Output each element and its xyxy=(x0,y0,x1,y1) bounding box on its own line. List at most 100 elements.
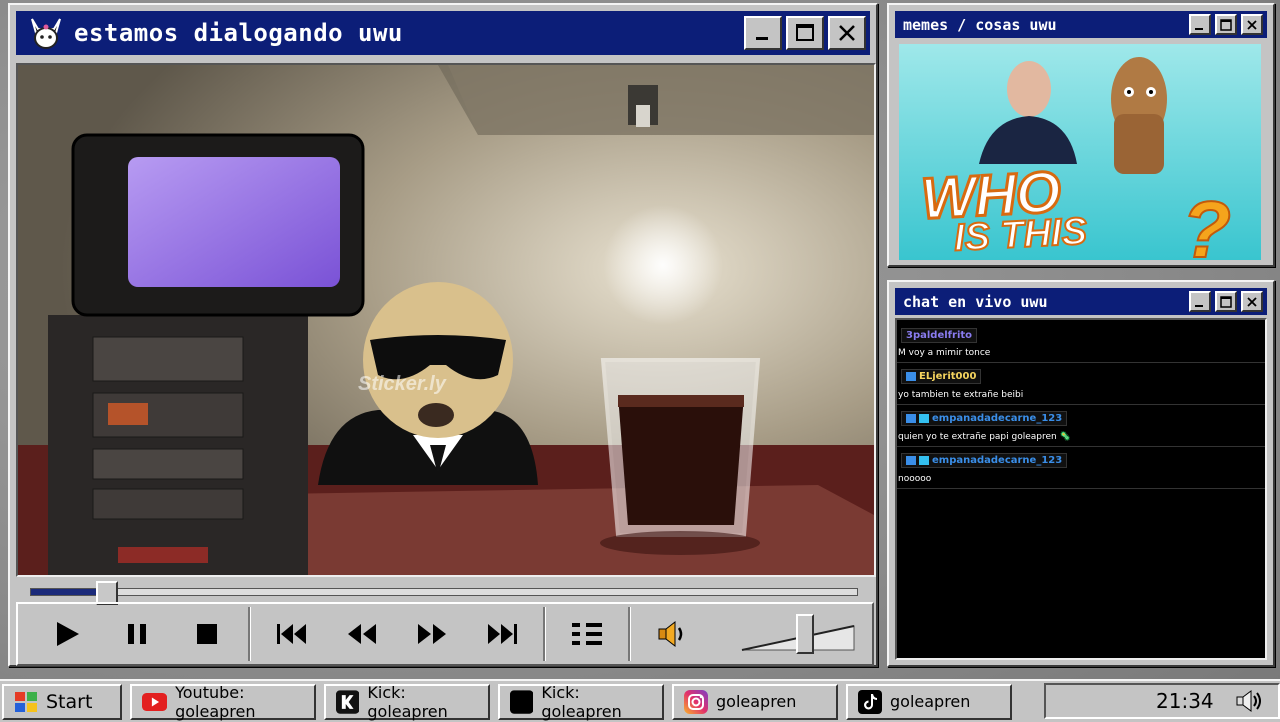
tiktok-icon xyxy=(858,689,882,714)
minimize-icon xyxy=(756,37,768,40)
instagram-icon xyxy=(684,689,708,714)
chat-username: ELjerit000 xyxy=(901,369,982,384)
title-bar[interactable]: chat en vivo uwu xyxy=(895,288,1267,315)
window-title: memes / cosas uwu xyxy=(903,15,1057,34)
playlist-icon xyxy=(572,623,602,645)
control-separator xyxy=(248,607,251,661)
minimize-icon xyxy=(1195,27,1203,30)
speaker-icon xyxy=(658,620,683,648)
close-button[interactable] xyxy=(828,16,866,50)
start-label: Start xyxy=(46,690,93,713)
video-watermark: Sticker.ly xyxy=(358,373,447,395)
subscriber-badge-icon xyxy=(906,456,916,465)
mute-button[interactable] xyxy=(637,606,707,662)
control-separator xyxy=(543,607,546,661)
tray-speaker-icon[interactable] xyxy=(1234,688,1264,714)
chat-message: empanadadecarne_123 quien yo te extrañe … xyxy=(897,405,1265,447)
clock: 21:34 xyxy=(1156,689,1214,713)
window-title: estamos dialogando uwu xyxy=(74,19,403,47)
volume-handle[interactable] xyxy=(795,614,814,654)
video-viewport[interactable]: Sticker.ly xyxy=(16,63,876,577)
subscriber-badge-icon xyxy=(906,372,916,381)
video-frame-image: Sticker.ly xyxy=(18,65,874,575)
task-label: Kick: goleapren xyxy=(541,682,622,721)
play-icon xyxy=(57,622,79,646)
stop-button[interactable] xyxy=(172,606,242,662)
seek-bar[interactable] xyxy=(30,581,858,605)
close-icon xyxy=(839,25,855,41)
task-tiktok[interactable]: goleapren xyxy=(846,683,1012,720)
minimize-button[interactable] xyxy=(1189,14,1211,35)
rewind-icon xyxy=(348,624,376,644)
chat-message-text: M voy a mimir tonce xyxy=(898,348,991,358)
window-title: chat en vivo uwu xyxy=(903,292,1048,311)
chat-username: 3paldelfrito xyxy=(901,328,978,343)
maximize-icon xyxy=(796,24,814,41)
control-separator xyxy=(628,607,631,661)
fast-forward-button[interactable] xyxy=(397,606,467,662)
task-youtube[interactable]: Youtube: goleapren xyxy=(130,682,316,721)
meme-caption-question-mark: ? xyxy=(1181,184,1232,260)
next-track-button[interactable] xyxy=(467,606,537,662)
task-label: Kick: goleapren xyxy=(367,682,448,721)
title-bar[interactable]: estamos dialogando uwu xyxy=(16,11,870,55)
maximize-icon xyxy=(1220,18,1232,31)
skip-back-icon xyxy=(277,624,306,644)
chat-message-text: nooooo xyxy=(898,474,932,484)
close-button[interactable] xyxy=(1241,14,1263,35)
pause-button[interactable] xyxy=(102,606,172,662)
taskbar: Start Youtube: goleapren Kick: goleapren… xyxy=(0,679,1280,722)
username-text: empanadadecarne_123 xyxy=(932,455,1063,466)
chat-username: empanadadecarne_123 xyxy=(901,453,1068,468)
kick-icon xyxy=(336,689,360,714)
task-label: Youtube: goleapren xyxy=(175,682,256,721)
start-button[interactable]: Start xyxy=(2,683,122,720)
chat-messages[interactable]: 3paldelfrito M voy a mimir tonce ELjerit… xyxy=(895,318,1267,660)
youtube-icon xyxy=(142,692,168,711)
chat-message: empanadadecarne_123 nooooo xyxy=(897,447,1265,489)
stop-icon xyxy=(197,624,217,644)
meme-image[interactable]: WHO IS THIS ? xyxy=(899,44,1261,260)
rewind-button[interactable] xyxy=(327,606,397,662)
kuromi-logo-icon xyxy=(31,18,61,49)
seek-progress-fill xyxy=(31,589,106,595)
close-icon xyxy=(1247,296,1257,307)
media-player-window: estamos dialogando uwu Sticker.ly xyxy=(8,3,878,667)
chat-message-text: quien yo te extrañe papi goleapren 🦠 xyxy=(898,432,1071,442)
play-button[interactable] xyxy=(32,606,102,662)
meme-caption-is-this: IS THIS xyxy=(952,210,1089,260)
maximize-button[interactable] xyxy=(786,16,824,50)
verified-badge-icon xyxy=(919,414,929,423)
kick-icon xyxy=(510,689,534,714)
chat-message: 3paldelfrito M voy a mimir tonce xyxy=(897,320,1265,363)
task-kick[interactable]: Kick: goleapren xyxy=(498,682,664,721)
username-text: ELjerit000 xyxy=(919,371,977,382)
pause-icon xyxy=(128,624,146,644)
playback-controls xyxy=(16,602,874,666)
title-bar[interactable]: memes / cosas uwu xyxy=(895,11,1267,38)
verified-badge-icon xyxy=(919,456,929,465)
chat-message: ELjerit000 yo tambien te extrañe beibi xyxy=(897,363,1265,405)
chat-window: chat en vivo uwu 3paldelfrito M voy a mi… xyxy=(887,280,1275,667)
close-icon xyxy=(1247,19,1257,30)
fast-forward-icon xyxy=(418,624,446,644)
task-label: goleapren xyxy=(890,692,971,711)
chat-message-text: yo tambien te extrañe beibi xyxy=(898,390,1024,400)
minimize-button[interactable] xyxy=(1189,291,1211,312)
volume-slider[interactable] xyxy=(740,614,858,654)
memes-window: memes / cosas uwu WHO IS THIS ? xyxy=(887,3,1275,267)
playlist-button[interactable] xyxy=(552,606,622,662)
chat-username: empanadadecarne_123 xyxy=(901,411,1068,426)
minimize-button[interactable] xyxy=(744,16,782,50)
system-tray: 21:34 xyxy=(1044,683,1280,719)
maximize-button[interactable] xyxy=(1215,14,1237,35)
maximize-button[interactable] xyxy=(1215,291,1237,312)
task-instagram[interactable]: goleapren xyxy=(672,683,838,720)
close-button[interactable] xyxy=(1241,291,1263,312)
task-kick[interactable]: Kick: goleapren xyxy=(324,682,490,721)
username-text: 3paldelfrito xyxy=(906,330,973,341)
previous-track-button[interactable] xyxy=(257,606,327,662)
task-label: goleapren xyxy=(716,692,797,711)
windows-logo-icon xyxy=(15,691,37,712)
minimize-icon xyxy=(1195,304,1203,307)
